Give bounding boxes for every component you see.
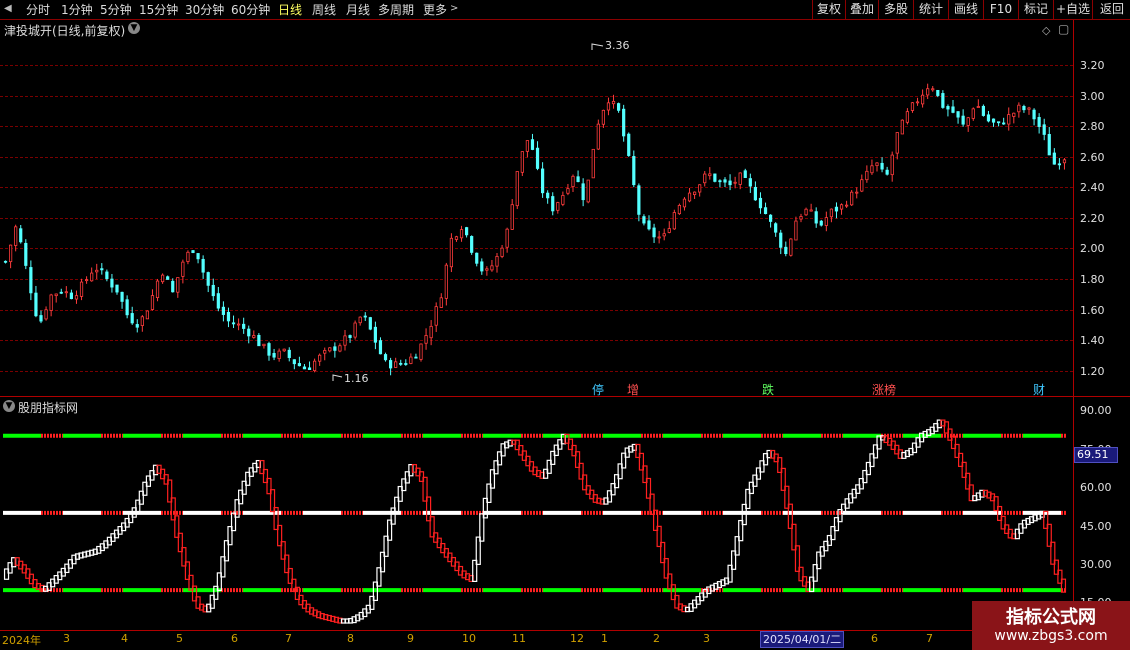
price-label: 2.60 [1080, 151, 1105, 164]
watermark-title: 指标公式网 [1006, 607, 1096, 628]
price-label: 3.00 [1080, 90, 1105, 103]
indicator-label: 45.00 [1080, 520, 1112, 533]
date-label: 2 [653, 632, 660, 645]
date-label: 12 [570, 632, 584, 645]
indicator-label: 90.00 [1080, 404, 1112, 417]
watermark: 指标公式网 www.zbgs3.com [972, 601, 1130, 650]
price-label: 2.00 [1080, 242, 1105, 255]
watermark-url: www.zbgs3.com [994, 628, 1108, 644]
indicator-chart[interactable] [0, 0, 1073, 650]
current-value-tag: 69.51 [1074, 447, 1118, 463]
axis-border [1073, 20, 1074, 630]
indicator-label: 30.00 [1080, 558, 1112, 571]
axis-separator [0, 630, 1130, 631]
date-label: 9 [407, 632, 414, 645]
price-label: 3.20 [1080, 59, 1105, 72]
date-label: 7 [285, 632, 292, 645]
indicator-step [1060, 578, 1067, 593]
date-label: 3 [63, 632, 70, 645]
date-label: 7 [926, 632, 933, 645]
price-label: 2.20 [1080, 212, 1105, 225]
date-label: 10 [462, 632, 476, 645]
date-label: 1 [601, 632, 608, 645]
date-label: 5 [176, 632, 183, 645]
price-label: 1.20 [1080, 365, 1105, 378]
date-label: 6 [871, 632, 878, 645]
indicator-label: 60.00 [1080, 481, 1112, 494]
date-label: 8 [347, 632, 354, 645]
date-label: 11 [512, 632, 526, 645]
price-label: 1.40 [1080, 334, 1105, 347]
date-label: 6 [231, 632, 238, 645]
date-label: 3 [703, 632, 710, 645]
back-button[interactable]: 返回 [1092, 0, 1130, 19]
cursor-date-tag: 2025/04/01/二 [760, 631, 844, 648]
date-label: 2024年 [2, 634, 41, 647]
date-label: 4 [121, 632, 128, 645]
price-label: 2.40 [1080, 181, 1105, 194]
price-label: 1.80 [1080, 273, 1105, 286]
price-label: 2.80 [1080, 120, 1105, 133]
price-label: 1.60 [1080, 304, 1105, 317]
